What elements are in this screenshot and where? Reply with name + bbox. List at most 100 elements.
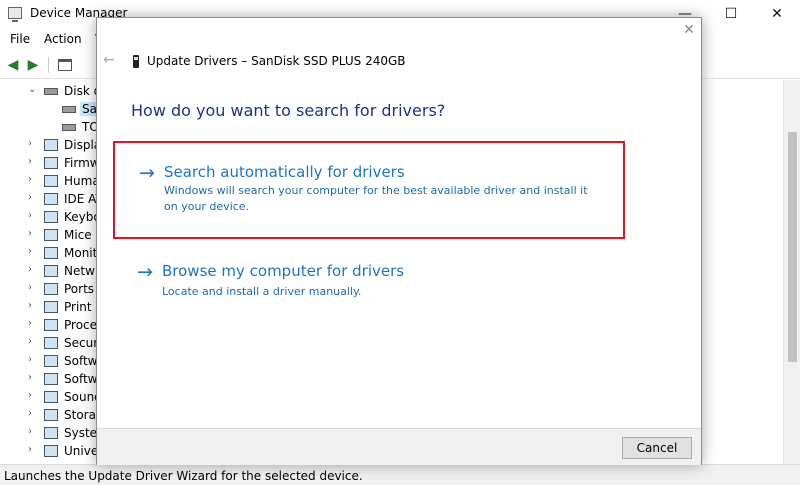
device-category-icon — [44, 157, 58, 169]
device-category-icon — [44, 409, 58, 421]
expand-chevron-icon[interactable]: › — [28, 318, 38, 329]
expand-chevron-icon[interactable]: › — [28, 174, 38, 185]
tree-item-category[interactable]: › Proces — [0, 316, 100, 334]
expand-chevron-icon[interactable]: › — [28, 228, 38, 239]
forward-arrow-icon[interactable]: ▶ — [24, 56, 42, 74]
tree-item-category[interactable]: › Softw — [0, 352, 100, 370]
tree-item-label: Keybo — [64, 210, 100, 224]
tree-item-label: Firmw — [64, 156, 100, 170]
browse-computer-option[interactable]: → Browse my computer for drivers Locate … — [113, 254, 625, 352]
tree-item-label: Disk d — [64, 84, 100, 98]
tree-item-category[interactable]: › Storag — [0, 406, 100, 424]
maximize-button[interactable]: ☐ — [708, 0, 754, 28]
expand-chevron-icon[interactable]: › — [28, 264, 38, 275]
device-category-icon — [44, 229, 58, 241]
tree-item-label: Sound — [64, 390, 100, 404]
device-category-icon — [44, 391, 58, 403]
tree-item-label: Proces — [64, 318, 100, 332]
expand-chevron-icon[interactable]: › — [28, 408, 38, 419]
expand-chevron-icon[interactable]: › — [28, 444, 38, 455]
tree-item-category[interactable]: › Displa — [0, 136, 100, 154]
tree-item-label: Huma — [64, 174, 100, 188]
device-category-icon — [44, 265, 58, 277]
scrollbar-thumb[interactable] — [788, 132, 797, 362]
toolbar-separator — [48, 57, 49, 73]
status-bar: Launches the Update Driver Wizard for th… — [0, 464, 800, 485]
device-category-icon — [44, 373, 58, 385]
tree-item-category[interactable]: › Softw — [0, 370, 100, 388]
tree-item-category[interactable]: › Netw — [0, 262, 100, 280]
disk-drive-icon — [62, 106, 76, 113]
expand-chevron-icon[interactable]: › — [28, 372, 38, 383]
device-category-icon — [44, 337, 58, 349]
tree-item-category[interactable]: › Print q — [0, 298, 100, 316]
disk-drive-icon — [44, 88, 58, 95]
device-manager-icon — [8, 7, 22, 22]
tree-item-label: Syster — [64, 426, 100, 440]
expand-chevron-icon[interactable]: › — [28, 138, 38, 149]
tree-item-category[interactable]: › Univer — [0, 442, 100, 460]
tree-item-category[interactable]: › Huma — [0, 172, 100, 190]
close-button[interactable]: ✕ — [754, 0, 800, 28]
tree-item-category[interactable]: › IDE AT — [0, 190, 100, 208]
dialog-footer: Cancel — [97, 428, 701, 465]
tree-item-label: Displa — [64, 138, 100, 152]
option-description: Locate and install a driver manually. — [162, 285, 362, 298]
right-arrow-icon: → — [137, 261, 153, 283]
dialog-title: Update Drivers – SanDisk SSD PLUS 240GB — [147, 54, 406, 68]
device-category-icon — [44, 139, 58, 151]
tree-item-label: Print q — [64, 300, 100, 314]
tree-item-category[interactable]: › Syster — [0, 424, 100, 442]
expand-chevron-icon[interactable]: › — [28, 354, 38, 365]
option-title[interactable]: Search automatically for drivers — [164, 163, 405, 181]
device-category-icon — [44, 427, 58, 439]
tree-item-label: Softw — [64, 354, 98, 368]
tree-item-label: Univer — [64, 444, 100, 458]
device-category-icon — [44, 445, 58, 457]
dialog-close-button[interactable]: ✕ — [681, 22, 697, 38]
vertical-scrollbar[interactable] — [783, 80, 800, 464]
device-category-icon — [44, 175, 58, 187]
tree-item-label: IDE AT — [64, 192, 100, 206]
status-text: Launches the Update Driver Wizard for th… — [4, 469, 363, 483]
tree-item-category[interactable]: › Ports ( — [0, 280, 100, 298]
tree-item-category[interactable]: › Keybo — [0, 208, 100, 226]
back-arrow-icon[interactable]: ◀ — [4, 56, 22, 74]
right-arrow-icon: → — [139, 162, 155, 184]
option-description: Windows will search your computer for th… — [164, 184, 588, 213]
expand-chevron-icon[interactable]: › — [28, 300, 38, 311]
device-category-icon — [44, 301, 58, 313]
tree-item-category[interactable]: › Securi — [0, 334, 100, 352]
expand-chevron-icon[interactable]: › — [28, 282, 38, 293]
collapse-chevron-icon[interactable]: ⌄ — [28, 84, 38, 95]
expand-chevron-icon[interactable]: › — [28, 390, 38, 401]
update-drivers-dialog: ✕ ← Update Drivers – SanDisk SSD PLUS 24… — [96, 17, 702, 465]
tree-item-category[interactable]: › Sound — [0, 388, 100, 406]
expand-chevron-icon[interactable]: › — [28, 210, 38, 221]
tree-item-label: Mice a — [64, 228, 100, 242]
menu-action[interactable]: Action — [44, 32, 82, 46]
tree-item-label: Securi — [64, 336, 100, 350]
menu-file[interactable]: File — [10, 32, 30, 46]
option-title[interactable]: Browse my computer for drivers — [162, 262, 404, 280]
back-arrow-icon[interactable]: ← — [101, 52, 117, 68]
device-category-icon — [44, 247, 58, 259]
cancel-button[interactable]: Cancel — [622, 437, 692, 459]
expand-chevron-icon[interactable]: › — [28, 246, 38, 257]
tree-item-category[interactable]: › Firmw — [0, 154, 100, 172]
tree-item-disk-child[interactable]: Sa — [0, 100, 100, 118]
disk-drive-icon — [62, 124, 76, 131]
tree-item-category[interactable]: › Monit — [0, 244, 100, 262]
expand-chevron-icon[interactable]: › — [28, 336, 38, 347]
expand-chevron-icon[interactable]: › — [28, 192, 38, 203]
properties-icon[interactable] — [56, 56, 74, 74]
expand-chevron-icon[interactable]: › — [28, 426, 38, 437]
expand-chevron-icon[interactable]: › — [28, 156, 38, 167]
tree-item-disk-drives[interactable]: ⌄ Disk d — [0, 82, 100, 100]
tree-item-label: Storag — [64, 408, 100, 422]
tree-item-disk-child[interactable]: TO — [0, 118, 100, 136]
device-category-icon — [44, 283, 58, 295]
tree-item-category[interactable]: › Mice a — [0, 226, 100, 244]
tree-item-label: Monit — [64, 246, 98, 260]
search-automatically-option[interactable]: → Search automatically for drivers Windo… — [113, 141, 625, 239]
